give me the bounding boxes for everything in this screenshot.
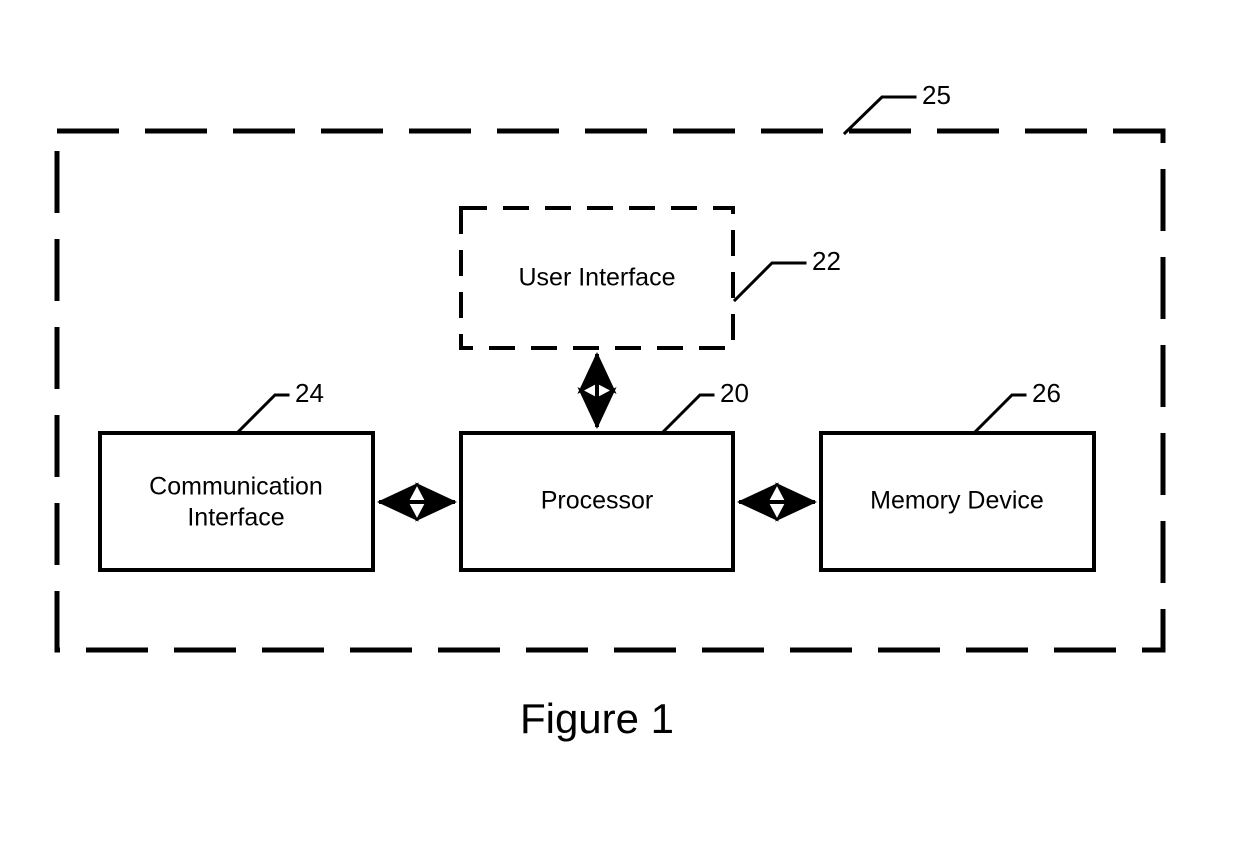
patent-figure: 25 User Interface 22 Communication Inter… <box>0 0 1240 846</box>
leader-line-22 <box>732 261 807 303</box>
leader-line-24 <box>235 393 290 435</box>
ref-number-26: 26 <box>1032 378 1061 408</box>
block-label-communication-interface-line2: Interface <box>187 504 284 532</box>
leader-line-20 <box>660 393 715 435</box>
ref-number-24: 24 <box>295 378 324 408</box>
ref-number-22: 22 <box>812 246 841 276</box>
leader-line-25 <box>842 95 917 136</box>
block-label-processor: Processor <box>541 487 654 515</box>
block-label-communication-interface-line1: Communication <box>149 473 323 501</box>
block-label-user-interface: User Interface <box>518 264 675 292</box>
figure-caption: Figure 1 <box>520 695 674 742</box>
ref-number-25: 25 <box>922 80 951 110</box>
block-label-memory-device: Memory Device <box>870 487 1044 515</box>
figure-canvas: 25 User Interface 22 Communication Inter… <box>54 80 1166 742</box>
leader-line-26 <box>972 393 1027 435</box>
block-communication-interface[interactable] <box>98 431 375 572</box>
ref-number-20: 20 <box>720 378 749 408</box>
